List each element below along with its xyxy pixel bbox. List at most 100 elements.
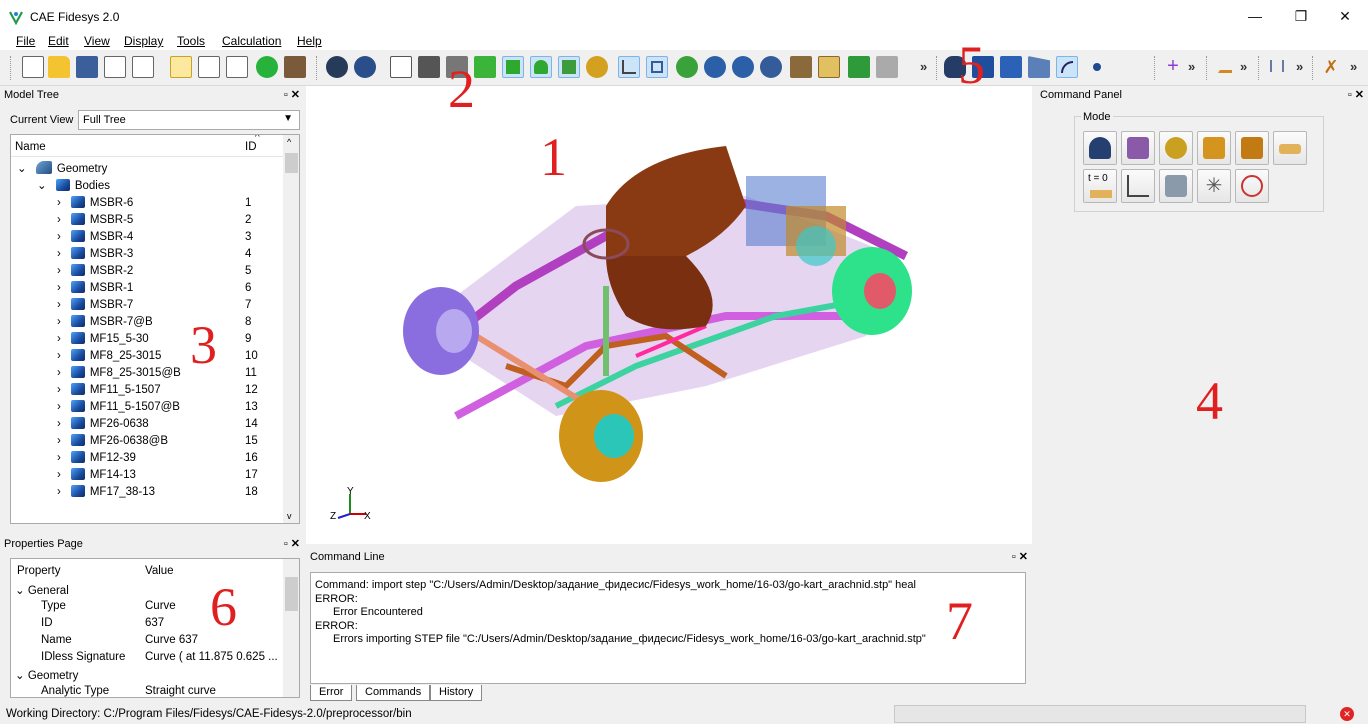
- element-mode-button[interactable]: [1197, 131, 1231, 165]
- undo-history-icon[interactable]: [326, 56, 348, 78]
- minimize-button[interactable]: —: [1232, 0, 1278, 32]
- tree-node-bodies[interactable]: ⌄ Bodies: [37, 178, 110, 195]
- tree-node-body[interactable]: › MF17_38-13 18: [57, 484, 277, 501]
- bounding-box-icon[interactable]: [646, 56, 668, 78]
- tree-node-body[interactable]: › MSBR-2 5: [57, 263, 277, 280]
- new-file-icon[interactable]: [22, 56, 44, 78]
- export-icon[interactable]: [104, 56, 126, 78]
- select-volume-icon[interactable]: [530, 56, 552, 78]
- tab-error[interactable]: Error: [310, 685, 353, 701]
- results-button[interactable]: ✳: [1197, 169, 1231, 203]
- geometry-mode-button[interactable]: [1083, 131, 1117, 165]
- mesh-mode-button[interactable]: [1121, 131, 1155, 165]
- properties-scroll-thumb[interactable]: [285, 577, 298, 611]
- tree-node-geometry[interactable]: ⌄ Geometry: [17, 161, 107, 178]
- maximize-button[interactable]: ❐: [1278, 0, 1324, 32]
- toolbar-overflow-icon[interactable]: »: [1296, 59, 1303, 74]
- tab-commands[interactable]: Commands: [356, 685, 431, 701]
- dimension-icon[interactable]: [1266, 56, 1288, 78]
- rotate-icon[interactable]: [676, 56, 698, 78]
- analysis-button[interactable]: [1235, 169, 1269, 203]
- zoom-in-icon[interactable]: [704, 56, 726, 78]
- section-mode-button[interactable]: [1273, 131, 1307, 165]
- zoom-out-icon[interactable]: [732, 56, 754, 78]
- menu-display[interactable]: Display: [124, 34, 163, 48]
- perspective-icon[interactable]: [790, 56, 812, 78]
- shaded-view-icon[interactable]: [474, 56, 496, 78]
- scroll-up-icon[interactable]: ^: [287, 137, 291, 147]
- fit-view-icon[interactable]: [760, 56, 782, 78]
- select-body-icon[interactable]: [502, 56, 524, 78]
- menu-tools[interactable]: Tools: [177, 34, 205, 48]
- toolbar-overflow-icon[interactable]: »: [920, 59, 927, 74]
- import-icon[interactable]: [132, 56, 154, 78]
- tree-node-body[interactable]: › MSBR-6 1: [57, 195, 277, 212]
- select-group-icon[interactable]: [586, 56, 608, 78]
- tree-node-body[interactable]: › MF8_25-3015 10: [57, 348, 277, 365]
- command-output[interactable]: Command: import step "C:/Users/Admin/Des…: [310, 572, 1026, 684]
- undo-icon[interactable]: [354, 56, 376, 78]
- tree-node-body[interactable]: › MF14-13 17: [57, 467, 277, 484]
- tree-node-body[interactable]: › MSBR-7 7: [57, 297, 277, 314]
- play-script-icon[interactable]: [198, 56, 220, 78]
- open-folder-icon[interactable]: [48, 56, 70, 78]
- id-script-icon[interactable]: [226, 56, 248, 78]
- hammer-icon[interactable]: [284, 56, 306, 78]
- block-mode-button[interactable]: [1235, 131, 1269, 165]
- section-geometry[interactable]: ⌄ Geometry: [15, 668, 78, 682]
- ruler-icon[interactable]: [818, 56, 840, 78]
- axes-toggle-icon[interactable]: [618, 56, 640, 78]
- tree-node-body[interactable]: › MSBR-3 4: [57, 246, 277, 263]
- view-front-icon[interactable]: [848, 56, 870, 78]
- panel-float-close-icon[interactable]: ▫ ✕: [284, 86, 300, 104]
- save-icon[interactable]: [76, 56, 98, 78]
- properties-scrollbar[interactable]: [283, 559, 299, 697]
- journal-icon[interactable]: [170, 56, 192, 78]
- graphics-viewport[interactable]: Y X Z: [306, 86, 1032, 544]
- create-point-icon[interactable]: +: [1162, 56, 1184, 78]
- tab-history[interactable]: History: [430, 685, 483, 701]
- toolbar-overflow-icon[interactable]: »: [1188, 59, 1195, 74]
- close-button[interactable]: ✕: [1322, 0, 1368, 32]
- section-general[interactable]: ⌄ General: [15, 583, 69, 597]
- tree-node-body[interactable]: › MF8_25-3015@B 11: [57, 365, 277, 382]
- tree-node-body[interactable]: › MSBR-7@B 8: [57, 314, 277, 331]
- pause-icon[interactable]: [256, 56, 278, 78]
- load-curve-button[interactable]: [1121, 169, 1155, 203]
- tree-node-body[interactable]: › MSBR-4 3: [57, 229, 277, 246]
- hidden-line-icon[interactable]: [418, 56, 440, 78]
- tools-icon[interactable]: ✗: [1320, 56, 1342, 78]
- tree-node-body[interactable]: › MSBR-5 2: [57, 212, 277, 229]
- vertex-icon[interactable]: [1086, 56, 1108, 78]
- tree-scroll-thumb[interactable]: [285, 153, 298, 173]
- calculation-button[interactable]: [1159, 169, 1193, 203]
- model-tree-view[interactable]: Name ID ^ ⌄ Geometry ⌄ Bodies › MSBR-6 1 › M…: [10, 134, 300, 524]
- tree-node-body[interactable]: › MF12-39 16: [57, 450, 277, 467]
- tree-node-body[interactable]: › MSBR-1 6: [57, 280, 277, 297]
- initial-condition-button[interactable]: t = 0: [1083, 169, 1117, 203]
- view-iso-icon[interactable]: [876, 56, 898, 78]
- current-view-select[interactable]: Full Tree ▼: [78, 110, 300, 130]
- surface-icon[interactable]: [1000, 56, 1022, 78]
- error-indicator-icon[interactable]: ✕: [1340, 707, 1354, 721]
- curve-icon[interactable]: [1056, 56, 1078, 78]
- menu-calculation[interactable]: Calculation: [222, 34, 281, 48]
- wireframe-view-icon[interactable]: [390, 56, 412, 78]
- boundary-condition-icon[interactable]: [1214, 56, 1236, 78]
- menu-help[interactable]: Help: [297, 34, 322, 48]
- panel-float-close-icon[interactable]: ▫ ✕: [1012, 548, 1028, 566]
- tree-node-body[interactable]: › MF26-0638 14: [57, 416, 277, 433]
- col-name-header[interactable]: Name: [15, 141, 46, 153]
- material-mode-button[interactable]: [1159, 131, 1193, 165]
- tree-node-body[interactable]: › MF11_5-1507@B 13: [57, 399, 277, 416]
- tree-scrollbar[interactable]: ^ v: [283, 135, 299, 523]
- tree-node-body[interactable]: › MF11_5-1507 12: [57, 382, 277, 399]
- panel-float-close-icon[interactable]: ▫ ✕: [284, 535, 300, 553]
- toolbar-overflow-icon[interactable]: »: [1240, 59, 1247, 74]
- tree-node-body[interactable]: › MF26-0638@B 15: [57, 433, 277, 450]
- toolbar-overflow-icon[interactable]: »: [1350, 59, 1357, 74]
- scroll-down-icon[interactable]: v: [287, 511, 292, 521]
- tree-node-body[interactable]: › MF15_5-30 9: [57, 331, 277, 348]
- menu-edit[interactable]: Edit: [48, 34, 69, 48]
- select-mesh-icon[interactable]: [558, 56, 580, 78]
